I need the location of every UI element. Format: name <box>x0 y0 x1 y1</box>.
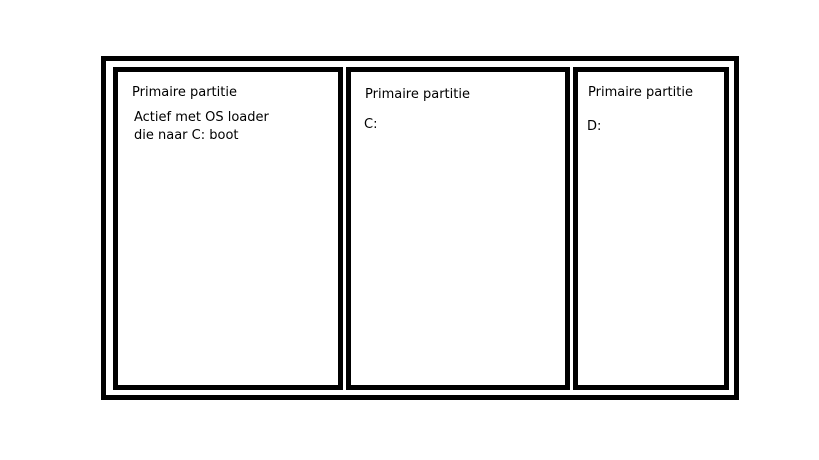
partition-3-box: Primaire partitie D: <box>573 67 729 390</box>
partition-2-drive-label: C: <box>364 117 378 132</box>
partition-1-description-line-2: die naar C: boot <box>134 128 239 143</box>
partition-2-box: Primaire partitie C: <box>346 67 570 390</box>
partition-2-title: Primaire partitie <box>365 87 470 102</box>
partition-1-description-line-1: Actief met OS loader <box>134 110 269 125</box>
partition-3-title: Primaire partitie <box>588 85 693 100</box>
partition-1-box: Primaire partitie Actief met OS loader d… <box>113 67 343 390</box>
partition-1-description: Actief met OS loader die naar C: boot <box>134 109 269 145</box>
partition-3-drive-label: D: <box>587 119 602 134</box>
partition-1-title: Primaire partitie <box>132 85 237 100</box>
